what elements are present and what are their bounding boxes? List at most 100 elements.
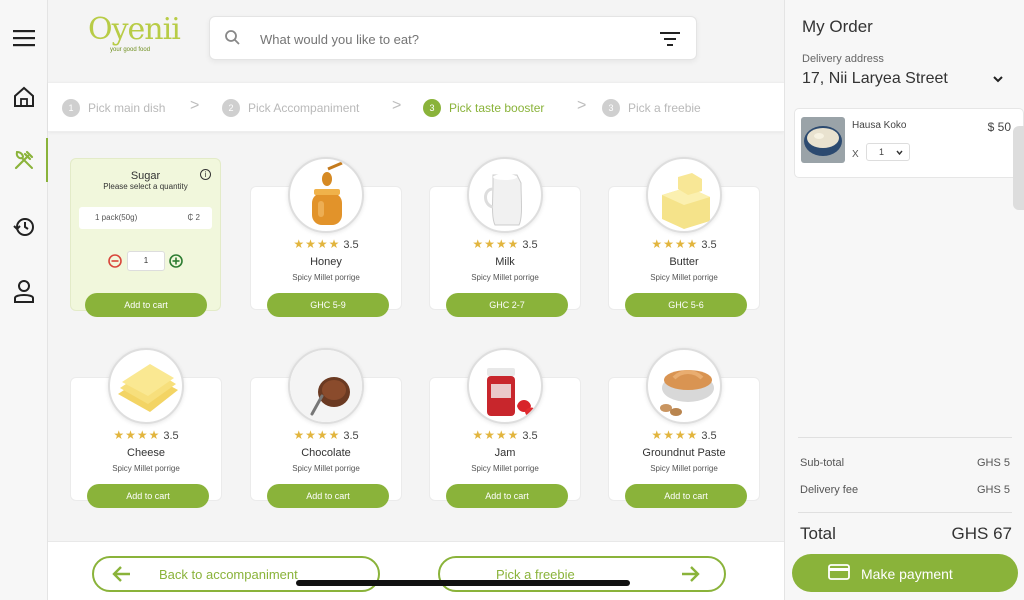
history-icon[interactable] (12, 215, 36, 239)
minus-icon[interactable] (108, 254, 122, 268)
step-main-dish[interactable]: 1 Pick main dish (62, 99, 165, 117)
make-payment-label: Make payment (861, 566, 953, 582)
cutlery-icon[interactable] (12, 148, 36, 172)
product-card-honey[interactable]: ★★★★ 3.5 Honey Spicy Millet porrige GHC 5… (250, 157, 402, 317)
order-steps: 1 Pick main dish > 2 Pick Accompaniment … (48, 82, 784, 132)
delivery-fee-row: Delivery fee GHS 5 (800, 484, 1010, 496)
scroll-handle[interactable] (1013, 126, 1024, 210)
milk-jug-image (467, 157, 543, 233)
rating-stars: ★★★★ (472, 428, 520, 442)
product-description: Spicy Millet porrige (292, 273, 360, 282)
brand-logo: Oyenii your good food (88, 10, 181, 60)
divider (798, 437, 1012, 438)
quantity-prefix: X (852, 149, 859, 160)
chocolate-cup-image (288, 348, 364, 424)
logo-tagline: your good food (110, 47, 151, 53)
product-description: Spicy Millet porrige (650, 464, 718, 473)
product-card-butter[interactable]: ★★★★ 3.5 Butter Spicy Millet porrige GHC … (608, 157, 760, 317)
product-card-milk[interactable]: ★★★★ 3.5 Milk Spicy Millet porrige GHC 2-… (429, 157, 581, 317)
add-to-cart-button[interactable]: Add to cart (87, 484, 209, 508)
make-payment-button[interactable]: Make payment (792, 554, 1018, 592)
total-label: Total (800, 524, 836, 543)
rating-stars: ★★★★ (472, 237, 520, 251)
main-content: Oyenii your good food 1 Pick main dish >… (48, 0, 784, 600)
info-icon[interactable]: i (200, 169, 211, 180)
option-price: ₵ 2 (187, 213, 200, 222)
selected-item-name: Sugar (130, 170, 161, 182)
delivery-address-value[interactable]: 17, Nii Laryea Street (802, 70, 948, 88)
price-button[interactable]: GHC 5-9 (267, 293, 389, 317)
product-card-groundnut-paste[interactable]: ★★★★ 3.5 Groundnut Paste Spicy Millet por… (608, 348, 760, 508)
product-name: Groundnut Paste (642, 447, 726, 459)
back-button[interactable]: Back to accompaniment (92, 556, 380, 592)
product-card-cheese[interactable]: ★★★★ 3.5 Cheese Spicy Millet porrige Add … (70, 348, 222, 508)
step-label: Pick a freebie (628, 101, 701, 115)
product-description: Spicy Millet porrige (292, 464, 360, 473)
rating: ★★★★ 3.5 (251, 428, 401, 442)
delivery-fee-value: GHS 5 (976, 484, 1010, 496)
next-button[interactable]: Pick a freebie (438, 556, 726, 592)
product-card-jam[interactable]: ★★★★ 3.5 Jam Spicy Millet porrige Add to … (429, 348, 581, 508)
quantity-select[interactable]: 1 (866, 143, 910, 161)
arrow-left-icon (112, 566, 130, 582)
step-taste-booster[interactable]: 3 Pick taste booster (423, 99, 544, 117)
rating-stars: ★★★★ (651, 237, 699, 251)
chevron-down-icon (896, 150, 903, 155)
order-panel: My Order Delivery address 17, Nii Laryea… (784, 0, 1024, 600)
groundnut-bowl-image (646, 348, 722, 424)
filter-icon[interactable] (660, 30, 680, 48)
rating-value: 3.5 (343, 430, 359, 442)
logo-wordmark: Oyenii (88, 12, 181, 47)
price-button[interactable]: GHC 5-6 (625, 293, 747, 317)
total-value: GHS 67 (951, 524, 1012, 543)
step-navigation: Back to accompaniment Pick a freebie (48, 541, 784, 600)
search-input[interactable] (260, 27, 640, 51)
add-to-cart-button[interactable]: Add to cart (85, 293, 207, 317)
step-freebie[interactable]: 3 Pick a freebie (602, 99, 701, 117)
back-label: Back to accompaniment (159, 567, 298, 582)
search-bar (209, 16, 697, 60)
rating-stars: ★★★★ (293, 237, 341, 251)
step-label: Pick main dish (88, 101, 166, 115)
rating: ★★★★ 3.5 (430, 237, 580, 251)
product-card-chocolate[interactable]: ★★★★ 3.5 Chocolate Spicy Millet porrige A… (250, 348, 402, 508)
step-number: 1 (62, 99, 80, 117)
add-to-cart-button[interactable]: Add to cart (625, 484, 747, 508)
order-item: Hausa Koko $ 50 X 1 (794, 108, 1024, 178)
quantity-value: 1 (879, 147, 885, 157)
menu-icon[interactable] (12, 26, 36, 50)
step-accompaniment[interactable]: 2 Pick Accompaniment (222, 99, 359, 117)
home-icon[interactable] (12, 85, 36, 109)
rating-stars: ★★★★ (113, 428, 161, 442)
product-description: Spicy Millet porrige (112, 464, 180, 473)
chevron-down-icon[interactable] (992, 74, 1004, 84)
porridge-bowl-image (801, 117, 845, 163)
plus-icon[interactable] (169, 254, 183, 268)
price-button[interactable]: GHC 2-7 (446, 293, 568, 317)
rating-stars: ★★★★ (293, 428, 341, 442)
rating: ★★★★ 3.5 (251, 237, 401, 251)
butter-block-image (646, 157, 722, 233)
jam-jar-image (467, 348, 543, 424)
product-description: Spicy Millet porrige (471, 464, 539, 473)
quantity-option[interactable]: 1 pack(50g) ₵ 2 (79, 207, 212, 229)
home-indicator[interactable] (296, 580, 630, 586)
add-to-cart-button[interactable]: Add to cart (267, 484, 389, 508)
quantity-input[interactable]: 1 (127, 251, 165, 271)
side-nav (0, 0, 48, 600)
total-row: Total GHS 67 (800, 524, 1012, 544)
option-label: 1 pack(50g) (95, 213, 138, 222)
rating: ★★★★ 3.5 (71, 428, 221, 442)
rating: ★★★★ 3.5 (609, 237, 759, 251)
rating-value: 3.5 (163, 430, 179, 442)
product-description: Spicy Millet porrige (471, 273, 539, 282)
add-to-cart-button[interactable]: Add to cart (446, 484, 568, 508)
delivery-address-label: Delivery address (802, 53, 884, 65)
selected-item-subtitle: Please select a quantity (103, 182, 188, 191)
user-icon[interactable] (12, 279, 36, 303)
divider (798, 512, 1012, 513)
product-name: Jam (494, 447, 516, 459)
step-separator: > (577, 97, 587, 114)
rating-stars: ★★★★ (651, 428, 699, 442)
honey-jar-image (288, 157, 364, 233)
